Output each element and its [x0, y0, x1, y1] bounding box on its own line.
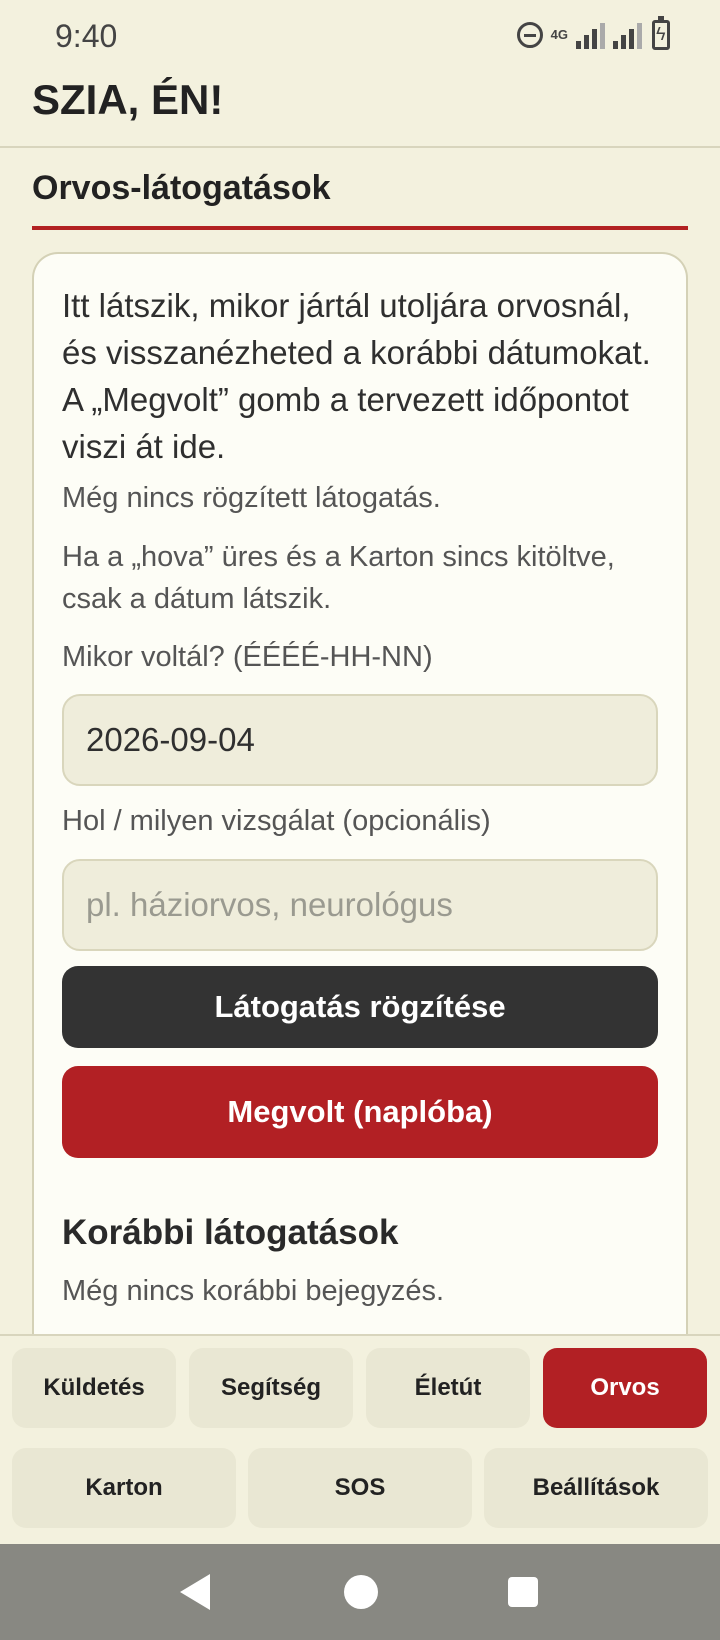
record-visit-button[interactable]: Látogatás rögzítése: [62, 966, 658, 1048]
home-icon[interactable]: [344, 1575, 378, 1609]
tab-orvos[interactable]: Orvos: [543, 1348, 707, 1428]
tab-sos[interactable]: SOS: [248, 1448, 472, 1528]
signal-icon-2: [613, 21, 642, 49]
hint-text: Ha a „hova” üres és a Karton sincs kitöl…: [62, 541, 615, 615]
place-label: Hol / milyen vizsgálat (opcionális): [62, 805, 491, 837]
status-bar: 9:40 4G: [0, 0, 720, 72]
tab-segitseg[interactable]: Segítség: [189, 1348, 353, 1428]
no-visit-text: Még nincs rögzített látogatás.: [62, 482, 441, 514]
tab-eletut[interactable]: Életút: [366, 1348, 530, 1428]
history-title: Korábbi látogatások: [62, 1213, 399, 1252]
place-input[interactable]: [62, 859, 658, 951]
network-type: 4G: [550, 27, 568, 42]
battery-icon: [652, 16, 670, 50]
section-title: Orvos-látogatások: [32, 169, 331, 207]
date-label: Mikor voltál? (ÉÉÉÉ-HH-NN): [62, 641, 433, 673]
status-icons: 4G: [516, 16, 670, 50]
recent-apps-icon[interactable]: [508, 1577, 538, 1607]
history-empty-text: Még nincs korábbi bejegyzés.: [62, 1275, 445, 1307]
section-underline: [32, 226, 688, 230]
app-title: SZIA, ÉN!: [32, 76, 224, 123]
tab-kuldetes[interactable]: Küldetés: [12, 1348, 176, 1428]
dnd-icon: [516, 22, 543, 48]
done-to-log-button[interactable]: Megvolt (naplóba): [62, 1066, 658, 1158]
header-divider: [0, 146, 720, 148]
intro-text: Itt látszik, mikor jártál utoljára orvos…: [62, 287, 651, 465]
tab-karton[interactable]: Karton: [12, 1448, 236, 1528]
back-icon[interactable]: [180, 1574, 210, 1610]
date-input[interactable]: [62, 694, 658, 786]
tab-beallitasok[interactable]: Beállítások: [484, 1448, 708, 1528]
signal-icon: [576, 21, 605, 49]
status-time: 9:40: [55, 18, 118, 54]
